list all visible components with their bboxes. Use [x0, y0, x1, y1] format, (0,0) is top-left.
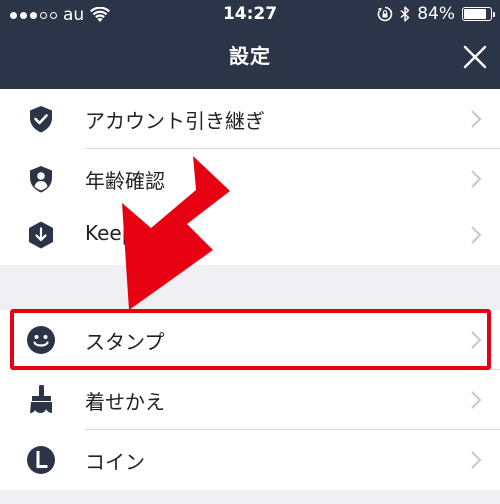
- chevron-right-icon: [471, 451, 482, 469]
- chevron-right-icon: [471, 110, 482, 128]
- shield-person-icon: [30, 166, 52, 193]
- coin-l-icon: [27, 446, 55, 474]
- battery-percent: 84%: [417, 4, 455, 24]
- settings-item-keep[interactable]: Keep: [0, 205, 500, 265]
- battery-icon: [462, 7, 495, 21]
- settings-item-label: 着せかえ: [85, 390, 165, 414]
- settings-item-label: スタンプ: [85, 330, 165, 354]
- keep-download-icon: [29, 221, 53, 249]
- chevron-right-icon: [471, 331, 482, 349]
- chevron-right-icon: [471, 226, 482, 244]
- settings-item-stickers[interactable]: スタンプ: [0, 310, 500, 370]
- battery-fill: [464, 9, 486, 19]
- settings-item-age-verification[interactable]: 年齢確認: [0, 149, 500, 209]
- bluetooth-icon: [400, 6, 410, 22]
- settings-item-label: Keep: [85, 221, 135, 245]
- chevron-right-icon: [471, 391, 482, 409]
- settings-item-coins[interactable]: コイン: [0, 430, 500, 490]
- chevron-right-icon: [471, 170, 482, 188]
- settings-item-label: アカウント引き継ぎ: [85, 109, 265, 133]
- settings-item-label: コイン: [85, 450, 145, 474]
- status-right: 84%: [377, 4, 495, 24]
- status-bar: au 14:27 84%: [0, 0, 500, 30]
- rotation-lock-icon: [377, 6, 393, 22]
- settings-item-themes[interactable]: 着せかえ: [0, 370, 500, 430]
- page-title: 設定: [229, 44, 271, 68]
- paintbrush-icon: [30, 385, 52, 413]
- shield-check-icon: [30, 106, 52, 133]
- settings-item-account-transfer[interactable]: アカウント引き継ぎ: [0, 89, 500, 149]
- close-icon[interactable]: [462, 44, 488, 70]
- smiley-icon: [27, 326, 55, 354]
- app-header: au 14:27 84% 設定: [0, 0, 500, 89]
- settings-item-label: 年齢確認: [85, 169, 165, 193]
